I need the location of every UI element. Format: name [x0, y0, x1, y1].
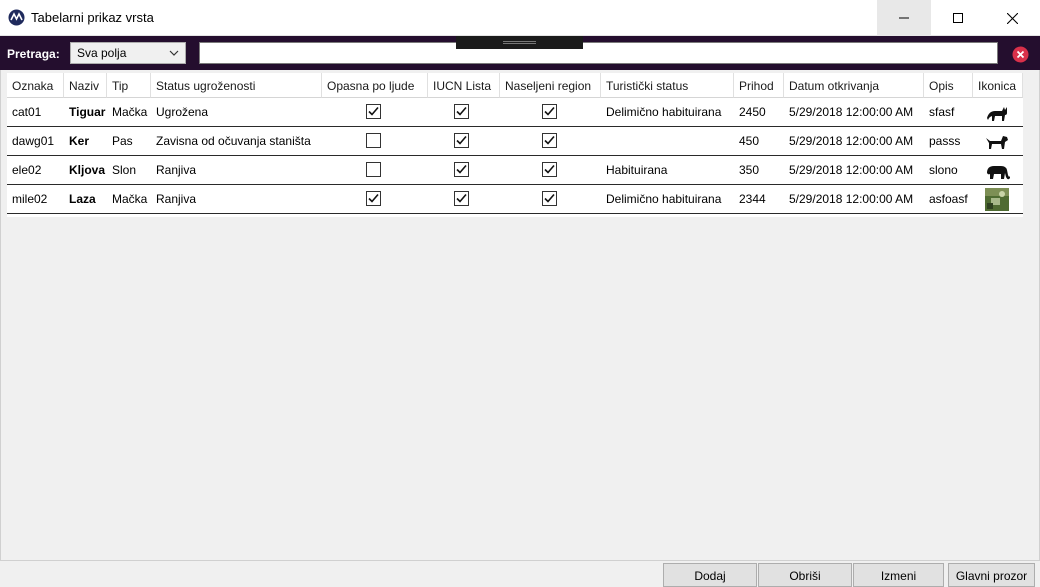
cell-datum: 5/29/2018 12:00:00 AM: [789, 192, 914, 206]
cell-status: Ranjiva: [156, 163, 197, 177]
cell-naziv: Ker: [69, 134, 90, 148]
cat-icon: [983, 101, 1011, 124]
button-bar: Dodaj Obriši Izmeni Glavni prozor: [0, 560, 1040, 587]
cell-opis: slono: [929, 163, 958, 177]
column-header[interactable]: Datum otkrivanja: [784, 73, 924, 98]
delete-button[interactable]: Obriši: [758, 563, 852, 587]
checkmark-icon: [456, 106, 467, 116]
maximize-button[interactable]: [931, 0, 985, 36]
search-label: Pretraga:: [7, 47, 60, 61]
cell-oznaka: ele02: [12, 163, 42, 177]
column-header[interactable]: Naziv: [64, 73, 107, 98]
column-header[interactable]: Oznaka: [7, 73, 64, 98]
cell-naziv: Kljova: [69, 163, 106, 177]
cell-prihod: 350: [739, 163, 760, 177]
table-row[interactable]: cat01 Tiguar Mačka Ugrožena Delimično habitu…: [7, 98, 1023, 127]
app-logo-icon: [8, 9, 25, 26]
checkbox-iucn[interactable]: [454, 133, 469, 148]
cell-datum: 5/29/2018 12:00:00 AM: [789, 134, 914, 148]
cell-opis: sfasf: [929, 105, 955, 119]
cell-status: Ranjiva: [156, 192, 197, 206]
cell-datum: 5/29/2018 12:00:00 AM: [789, 163, 914, 177]
checkbox-iucn[interactable]: [454, 162, 469, 177]
checkbox-opasna[interactable]: [366, 133, 381, 148]
checkmark-icon: [456, 164, 467, 174]
checkbox-naseljeni[interactable]: [542, 162, 557, 177]
cell-turisticki: Delimično habituirana: [606, 192, 722, 206]
checkmark-icon: [544, 135, 555, 145]
checkmark-icon: [368, 106, 379, 116]
column-header[interactable]: Prihod: [734, 73, 784, 98]
cell-opis: passs: [929, 134, 961, 148]
checkbox-naseljeni[interactable]: [542, 133, 557, 148]
checkbox-naseljeni[interactable]: [542, 191, 557, 206]
checkmark-icon: [544, 193, 555, 203]
splitter-handle[interactable]: [456, 36, 583, 49]
minimize-button[interactable]: [877, 0, 931, 36]
checkbox-opasna[interactable]: [366, 104, 381, 119]
cell-naziv: Tiguar: [69, 105, 106, 119]
clear-search-icon[interactable]: [1012, 46, 1029, 63]
window-title: Tabelarni prikaz vrsta: [31, 10, 154, 25]
main-window-button[interactable]: Glavni prozor: [948, 563, 1035, 587]
checkbox-opasna[interactable]: [366, 162, 381, 177]
cell-tip: Mačka: [112, 192, 148, 206]
cell-turisticki: Habituirana: [606, 163, 668, 177]
search-bar: Pretraga: Sva polja: [0, 36, 1040, 70]
edit-button[interactable]: Izmeni: [853, 563, 944, 587]
column-header[interactable]: Turistički status: [601, 73, 734, 98]
checkmark-icon: [544, 106, 555, 116]
chevron-down-icon: [169, 50, 179, 56]
cell-turisticki: [601, 127, 734, 155]
checkbox-naseljeni[interactable]: [542, 104, 557, 119]
cell-status: Ugrožena: [156, 105, 209, 119]
checkbox-opasna[interactable]: [366, 191, 381, 206]
minimize-icon: [899, 17, 909, 19]
cell-prihod: 2344: [739, 192, 766, 206]
checkbox-iucn[interactable]: [454, 104, 469, 119]
checkmark-icon: [456, 193, 467, 203]
cell-datum: 5/29/2018 12:00:00 AM: [789, 105, 914, 119]
cell-prihod: 2450: [739, 105, 766, 119]
search-field-value: Sva polja: [77, 46, 127, 60]
search-field-select[interactable]: Sva polja: [70, 42, 186, 64]
cell-opis: asfoasf: [929, 192, 968, 206]
table-row[interactable]: ele02 Kljova Slon Ranjiva Habituirana 350 5/29…: [7, 156, 1023, 185]
species-table: Oznaka Naziv Tip Status ugroženosti Opas…: [7, 73, 1023, 217]
cell-status: Zavisna od očuvanja staništa: [156, 134, 311, 148]
add-button[interactable]: Dodaj: [663, 563, 757, 587]
column-header[interactable]: IUCN Lista: [428, 73, 500, 98]
column-header[interactable]: Opis: [924, 73, 973, 98]
table-row[interactable]: dawg01 Ker Pas Zavisna od očuvanja staništa…: [7, 127, 1023, 156]
data-grid-area: Oznaka Naziv Tip Status ugroženosti Opas…: [0, 70, 1040, 560]
cell-naziv: Laza: [69, 192, 96, 206]
cell-oznaka: dawg01: [12, 134, 55, 148]
cell-oznaka: cat01: [12, 105, 42, 119]
column-header[interactable]: Tip: [107, 73, 151, 98]
cell-tip: Pas: [112, 134, 133, 148]
title-bar: Tabelarni prikaz vrsta: [0, 0, 1040, 36]
search-input[interactable]: [199, 42, 998, 64]
cell-turisticki: Delimično habituirana: [606, 105, 722, 119]
close-button[interactable]: [985, 0, 1039, 36]
photo-icon: [983, 188, 1011, 211]
close-icon: [1006, 12, 1018, 24]
maximize-icon: [953, 13, 963, 23]
checkmark-icon: [544, 164, 555, 174]
dog-icon: [983, 130, 1011, 153]
column-header[interactable]: Status ugroženosti: [151, 73, 322, 98]
checkbox-iucn[interactable]: [454, 191, 469, 206]
cell-oznaka: mile02: [12, 192, 48, 206]
elephant-icon: [983, 159, 1011, 182]
column-header[interactable]: Opasna po ljude: [322, 73, 428, 98]
cell-prihod: 450: [739, 134, 760, 148]
column-header[interactable]: Ikonica: [973, 73, 1023, 98]
checkmark-icon: [456, 135, 467, 145]
column-header[interactable]: Naseljeni region: [500, 73, 601, 98]
checkmark-icon: [368, 193, 379, 203]
cell-tip: Slon: [112, 163, 137, 177]
table-row[interactable]: mile02 Laza Mačka Ranjiva Delimično habituir…: [7, 185, 1023, 214]
cell-tip: Mačka: [112, 105, 148, 119]
